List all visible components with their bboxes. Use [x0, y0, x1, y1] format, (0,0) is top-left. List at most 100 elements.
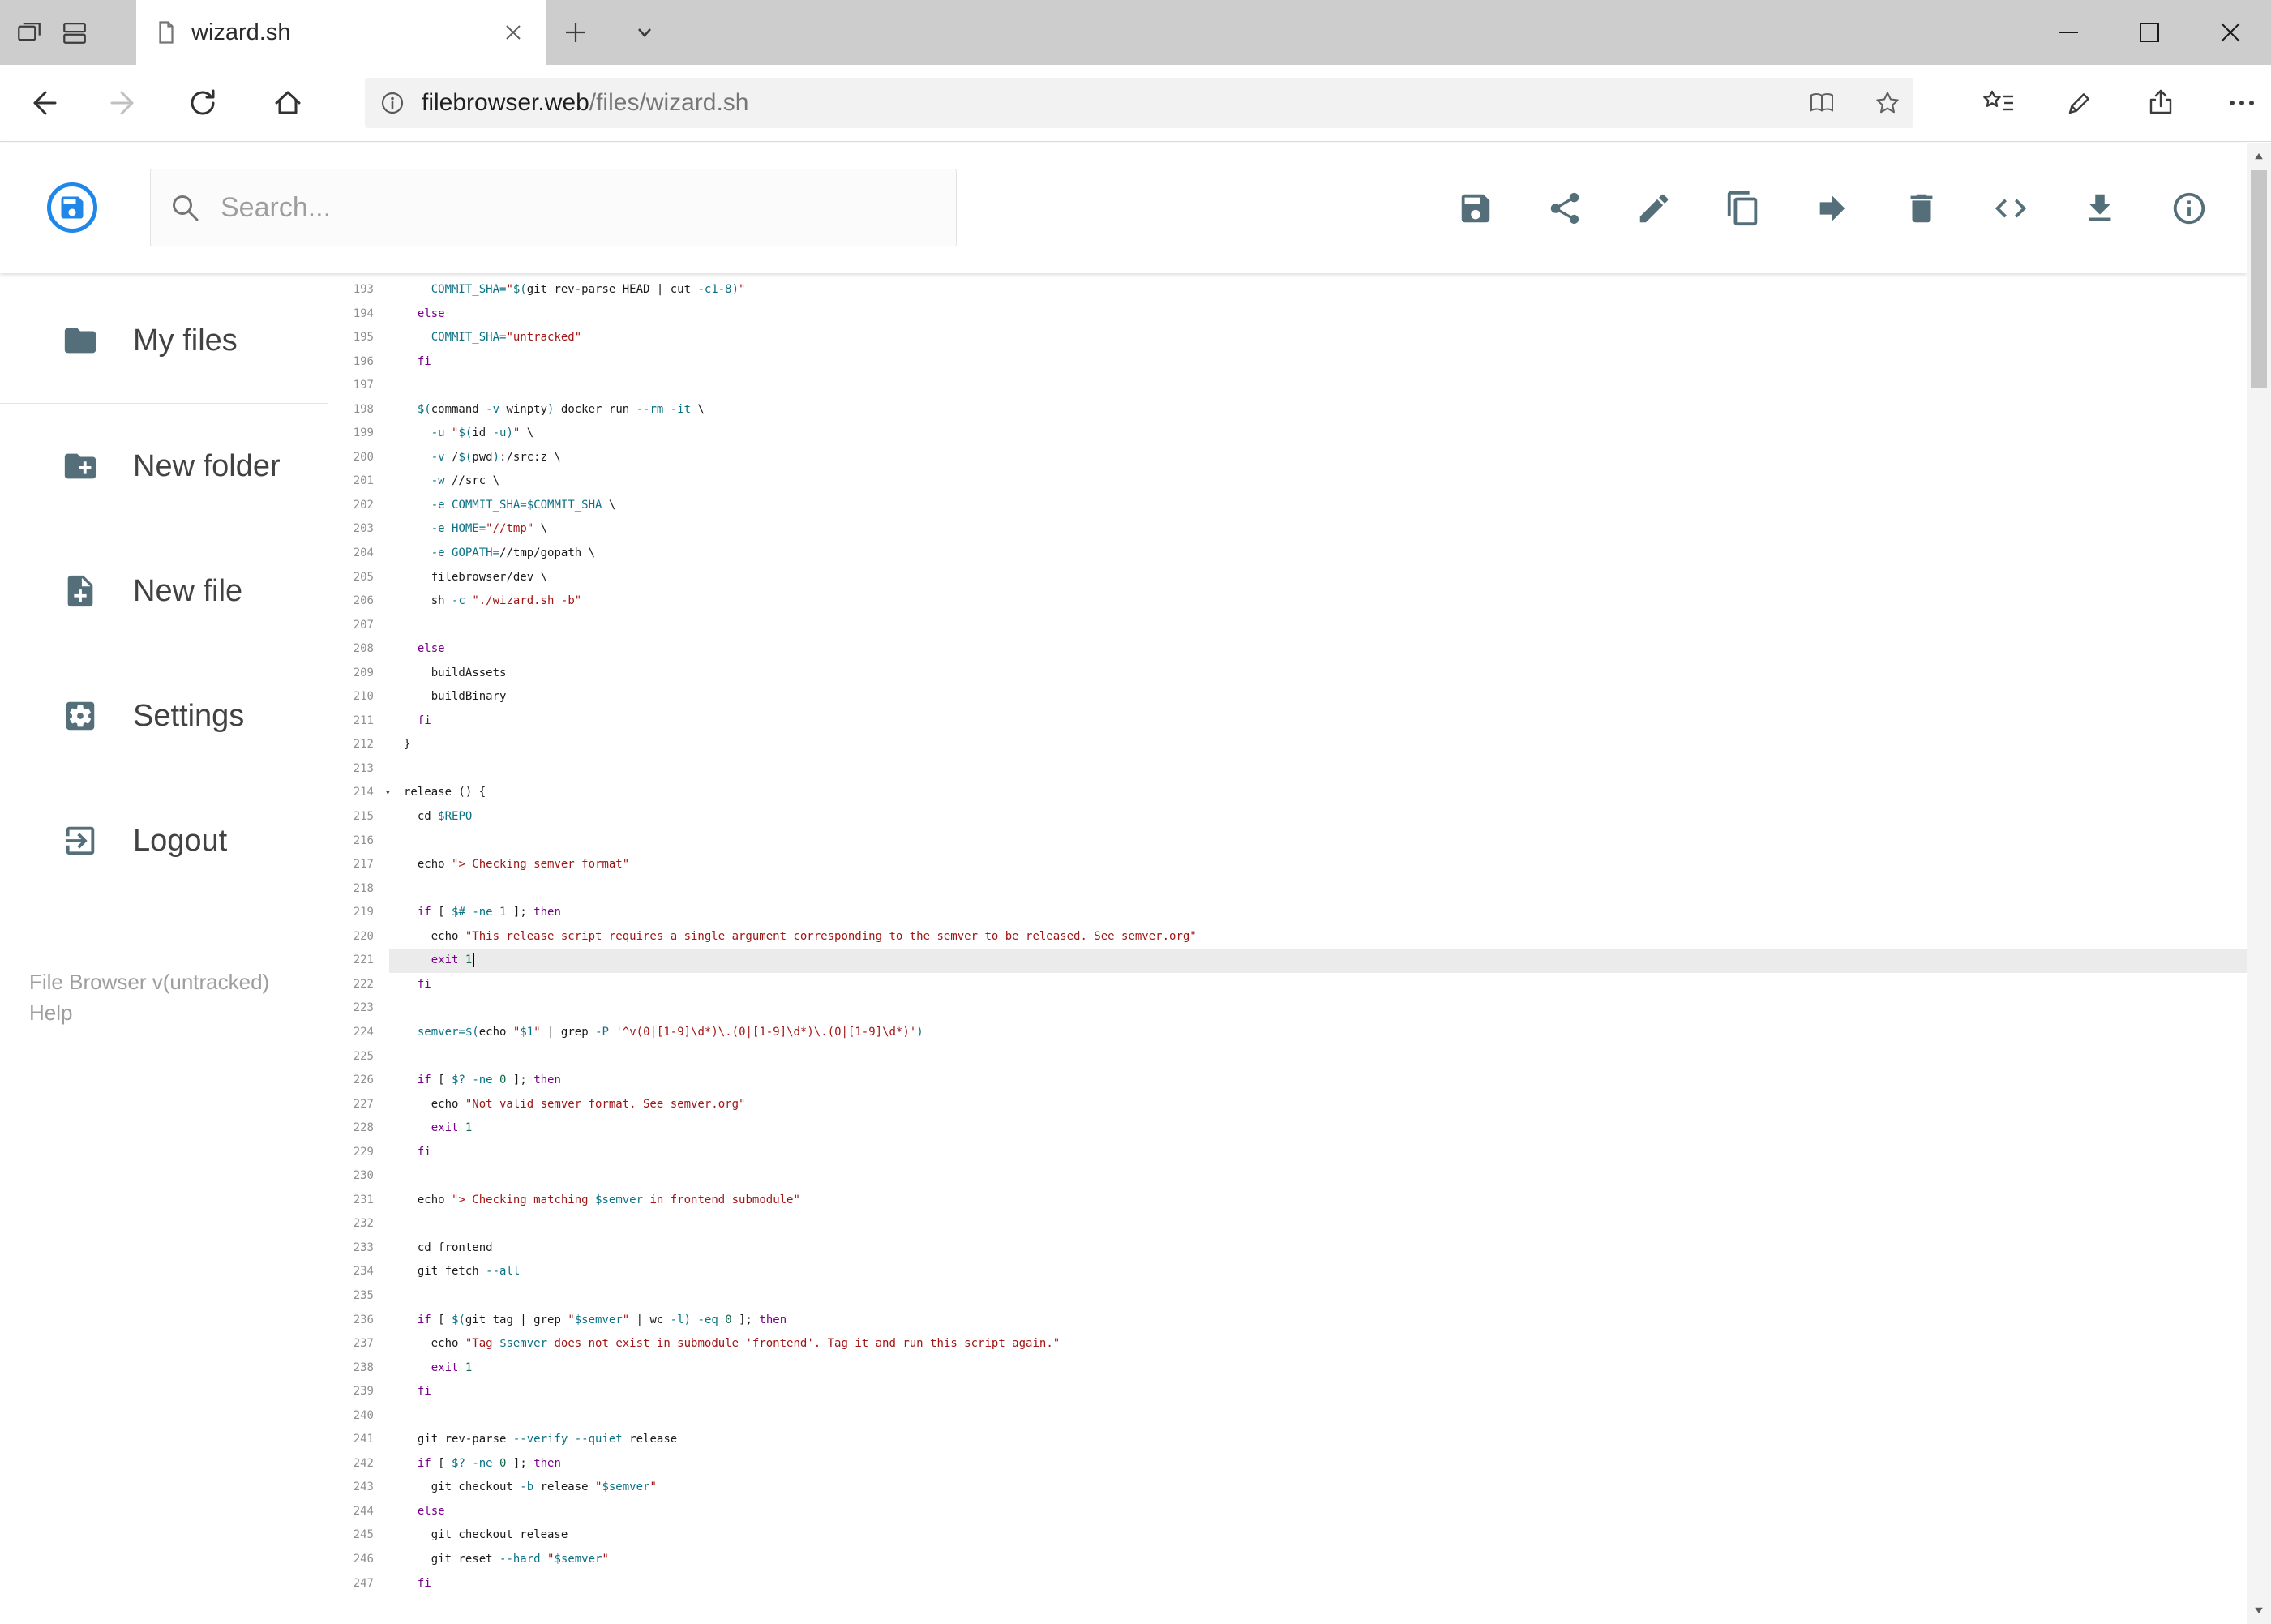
code-line-content[interactable] — [389, 877, 2247, 902]
code-line-content[interactable]: echo "Tag $semver does not exist in subm… — [389, 1332, 2247, 1356]
browser-tab[interactable]: wizard.sh — [136, 0, 546, 65]
code-line-content[interactable]: git reset --hard "$semver" — [389, 1548, 2247, 1572]
scroll-down-button[interactable] — [2247, 1598, 2271, 1622]
download-button[interactable] — [2081, 190, 2119, 227]
sidebar-item-my-files[interactable]: My files — [0, 278, 328, 403]
code-editor[interactable]: 193 COMMIT_SHA="$(git rev-parse HEAD | c… — [328, 273, 2247, 1624]
code-line-content[interactable]: echo "This release script requires a sin… — [389, 925, 2247, 949]
code-line-content[interactable] — [389, 1164, 2247, 1189]
code-line-content[interactable]: fi — [389, 1380, 2247, 1404]
favorite-star-button[interactable] — [1873, 88, 1902, 118]
code-line-content[interactable]: git checkout -b release "$semver" — [389, 1476, 2247, 1500]
info-button[interactable] — [2170, 190, 2208, 227]
code-line-content[interactable]: filebrowser/dev \ — [389, 566, 2247, 590]
code-line-content[interactable]: exit 1 — [389, 1356, 2247, 1381]
code-line-content[interactable]: else — [389, 637, 2247, 662]
code-line-content[interactable]: release () { — [389, 781, 2247, 805]
code-line-content[interactable]: if [ $? -ne 0 ]; then — [389, 1069, 2247, 1093]
share-button[interactable] — [1546, 190, 1583, 227]
sidebar-item-logout[interactable]: Logout — [0, 778, 328, 903]
page-scrollbar[interactable] — [2247, 143, 2271, 1624]
sidebar-item-new-folder[interactable]: New folder — [0, 404, 328, 529]
code-line-content[interactable]: echo "Not valid semver format. See semve… — [389, 1093, 2247, 1117]
reading-view-button[interactable] — [1807, 88, 1836, 118]
tab-list-chevron-button[interactable] — [627, 15, 662, 50]
code-line-content[interactable]: } — [389, 733, 2247, 757]
delete-button[interactable] — [1903, 190, 1940, 227]
move-button[interactable] — [1814, 190, 1851, 227]
web-note-button[interactable] — [2057, 80, 2102, 126]
code-line-content[interactable]: $(command -v winpty) docker run --rm -it… — [389, 398, 2247, 422]
code-line-content[interactable]: exit 1 — [389, 1116, 2247, 1141]
code-line-content[interactable] — [389, 996, 2247, 1021]
code-line-content[interactable]: -e GOPATH=//tmp/gopath \ — [389, 542, 2247, 566]
app-logo[interactable] — [47, 182, 97, 233]
code-line-content[interactable]: cd frontend — [389, 1236, 2247, 1261]
edit-button[interactable] — [1635, 190, 1673, 227]
search-input[interactable] — [221, 191, 938, 224]
code-line-content[interactable]: fi — [389, 350, 2247, 375]
code-line-content[interactable]: COMMIT_SHA="$(git rev-parse HEAD | cut -… — [389, 278, 2247, 302]
help-link[interactable]: Help — [29, 997, 269, 1028]
code-line-content[interactable]: -e HOME="//tmp" \ — [389, 517, 2247, 542]
code-line-content[interactable]: buildAssets — [389, 662, 2247, 686]
code-line-content[interactable]: -e COMMIT_SHA=$COMMIT_SHA \ — [389, 494, 2247, 518]
scroll-up-button[interactable] — [2247, 144, 2271, 169]
minimize-button[interactable] — [2028, 0, 2109, 65]
sidebar-item-settings[interactable]: Settings — [0, 653, 328, 778]
code-line-content[interactable]: git rev-parse --verify --quiet release — [389, 1428, 2247, 1452]
share-page-button[interactable] — [2138, 80, 2183, 126]
code-line-content[interactable] — [389, 374, 2247, 398]
code-line-content[interactable]: COMMIT_SHA="untracked" — [389, 326, 2247, 350]
code-line-content[interactable]: cd $REPO — [389, 805, 2247, 829]
code-line-content[interactable]: -u "$(id -u)" \ — [389, 422, 2247, 446]
code-line-content[interactable]: exit 1 — [389, 949, 2247, 973]
sidebar-item-new-file[interactable]: New file — [0, 529, 328, 653]
code-line-content[interactable]: sh -c "./wizard.sh -b" — [389, 589, 2247, 614]
code-line-content[interactable]: echo "> Checking matching $semver in fro… — [389, 1189, 2247, 1213]
code-line-content[interactable]: fi — [389, 1572, 2247, 1596]
save-button[interactable] — [1457, 190, 1494, 227]
code-line-content[interactable]: if [ $# -ne 1 ]; then — [389, 901, 2247, 925]
search-bar[interactable] — [150, 169, 957, 246]
code-line-content[interactable] — [389, 757, 2247, 782]
code-line-content[interactable]: fi — [389, 709, 2247, 734]
back-button[interactable] — [20, 80, 66, 126]
site-info-button[interactable] — [378, 88, 407, 118]
code-line-content[interactable] — [389, 1045, 2247, 1069]
new-tab-button[interactable] — [558, 15, 593, 50]
code-line-content[interactable]: fi — [389, 973, 2247, 997]
code-line-content[interactable]: else — [389, 302, 2247, 327]
code-line-content[interactable] — [389, 829, 2247, 854]
code-line-content[interactable]: -w //src \ — [389, 469, 2247, 494]
code-line-content[interactable]: semver=$(echo "$1" | grep -P '^v(0|[1-9]… — [389, 1021, 2247, 1045]
more-options-button[interactable] — [2219, 80, 2265, 126]
forward-button[interactable] — [101, 80, 147, 126]
code-line-content[interactable]: fi — [389, 1141, 2247, 1165]
code-line-content[interactable]: git fetch --all — [389, 1260, 2247, 1284]
code-line-content[interactable]: buildBinary — [389, 685, 2247, 709]
code-line-content[interactable] — [389, 1404, 2247, 1429]
tabs-aside-button[interactable] — [10, 10, 49, 55]
favorites-hub-button[interactable] — [1976, 80, 2021, 126]
refresh-button[interactable] — [180, 80, 225, 126]
code-line-content[interactable]: -v /$(pwd):/src:z \ — [389, 446, 2247, 470]
code-line-content[interactable]: if [ $(git tag | grep "$semver" | wc -l)… — [389, 1309, 2247, 1333]
close-window-button[interactable] — [2190, 0, 2271, 65]
copy-button[interactable] — [1725, 190, 1762, 227]
tab-close-button[interactable] — [499, 18, 528, 47]
code-line-content[interactable]: git checkout release — [389, 1523, 2247, 1548]
tab-preview-button[interactable] — [55, 10, 94, 55]
code-line-content[interactable]: echo "> Checking semver format" — [389, 853, 2247, 877]
maximize-button[interactable] — [2109, 0, 2190, 65]
home-button[interactable] — [265, 80, 311, 126]
code-line-content[interactable] — [389, 1284, 2247, 1309]
address-bar[interactable]: filebrowser.web/files/wizard.sh — [365, 78, 1913, 128]
code-line-content[interactable]: else — [389, 1500, 2247, 1524]
code-button[interactable] — [1992, 190, 2029, 227]
code-line-content[interactable] — [389, 614, 2247, 638]
code-line-content[interactable]: if [ $? -ne 0 ]; then — [389, 1452, 2247, 1476]
fold-marker-icon[interactable]: ▾ — [385, 781, 391, 805]
scrollbar-thumb[interactable] — [2251, 170, 2267, 388]
code-line-content[interactable] — [389, 1212, 2247, 1236]
